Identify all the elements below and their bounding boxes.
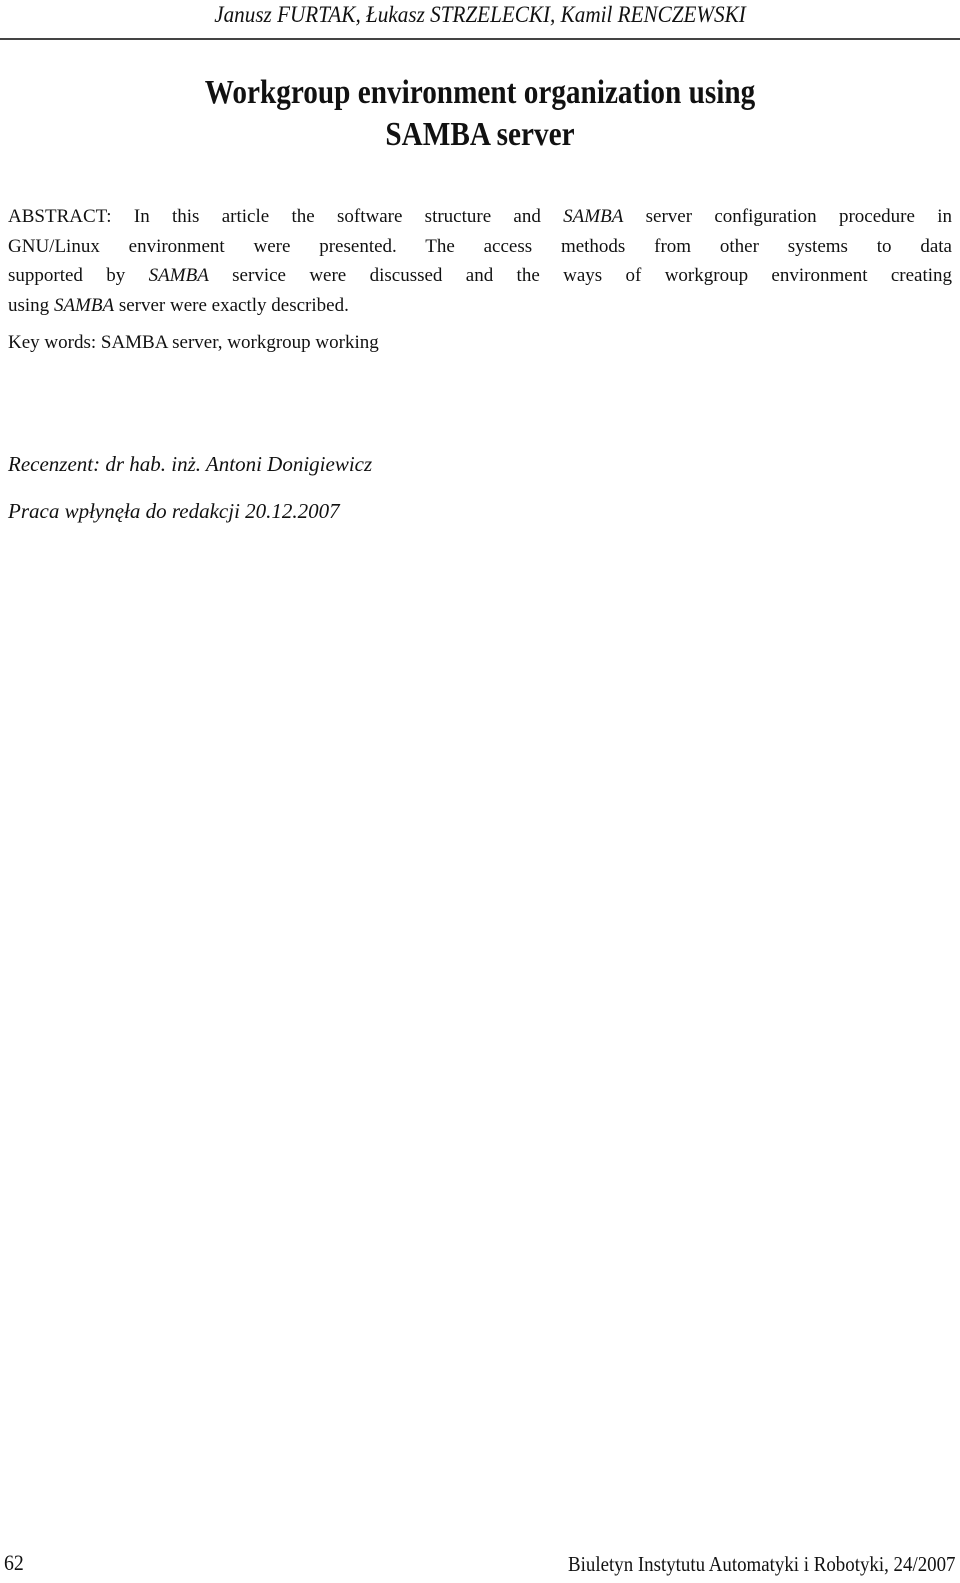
abstract: ABSTRACT: In this article the software s… (8, 202, 952, 320)
running-head-authors: Janusz FURTAK, Łukasz STRZELECKI, Kamil … (214, 2, 746, 27)
abstract-text: service were discussed and the ways of w… (208, 265, 953, 286)
abstract-text: using (8, 294, 54, 316)
received-date-note: Praca wpłynęła do redakcji 20.12.2007 (8, 499, 340, 523)
header-rule (0, 38, 960, 40)
paper-title-line-2: SAMBA server (385, 116, 575, 153)
abstract-text: server were exactly described. (114, 294, 349, 316)
journal-citation: Biuletyn Instytutu Automatyki i Robotyki… (568, 1552, 956, 1576)
abstract-text: server configuration procedure in (623, 206, 952, 227)
abstract-line-4: using SAMBA server were exactly describe… (8, 291, 952, 321)
abstract-line-2: GNU/Linux environment were presented. Th… (8, 232, 952, 262)
abstract-line-1: ABSTRACT: In this article the software s… (8, 202, 952, 232)
abstract-line-3: supported by SAMBA service were discusse… (8, 261, 952, 291)
keywords: Key words: SAMBA server, workgroup worki… (8, 332, 379, 353)
page-number: 62 (4, 1550, 24, 1575)
abstract-samba-term: SAMBA (148, 265, 209, 286)
paper-title: Workgroup environment organization using… (67, 72, 893, 156)
reviewer-note: Recenzent: dr hab. inż. Antoni Donigiewi… (8, 452, 373, 476)
abstract-samba-term: SAMBA (53, 294, 115, 316)
abstract-samba-term: SAMBA (563, 206, 624, 227)
paper-title-line-1: Workgroup environment organization using (204, 74, 756, 111)
abstract-text: GNU/Linux environment were presented. Th… (8, 235, 952, 257)
abstract-text: ABSTRACT: In this article the software s… (8, 206, 564, 227)
abstract-text: supported by (8, 265, 149, 286)
